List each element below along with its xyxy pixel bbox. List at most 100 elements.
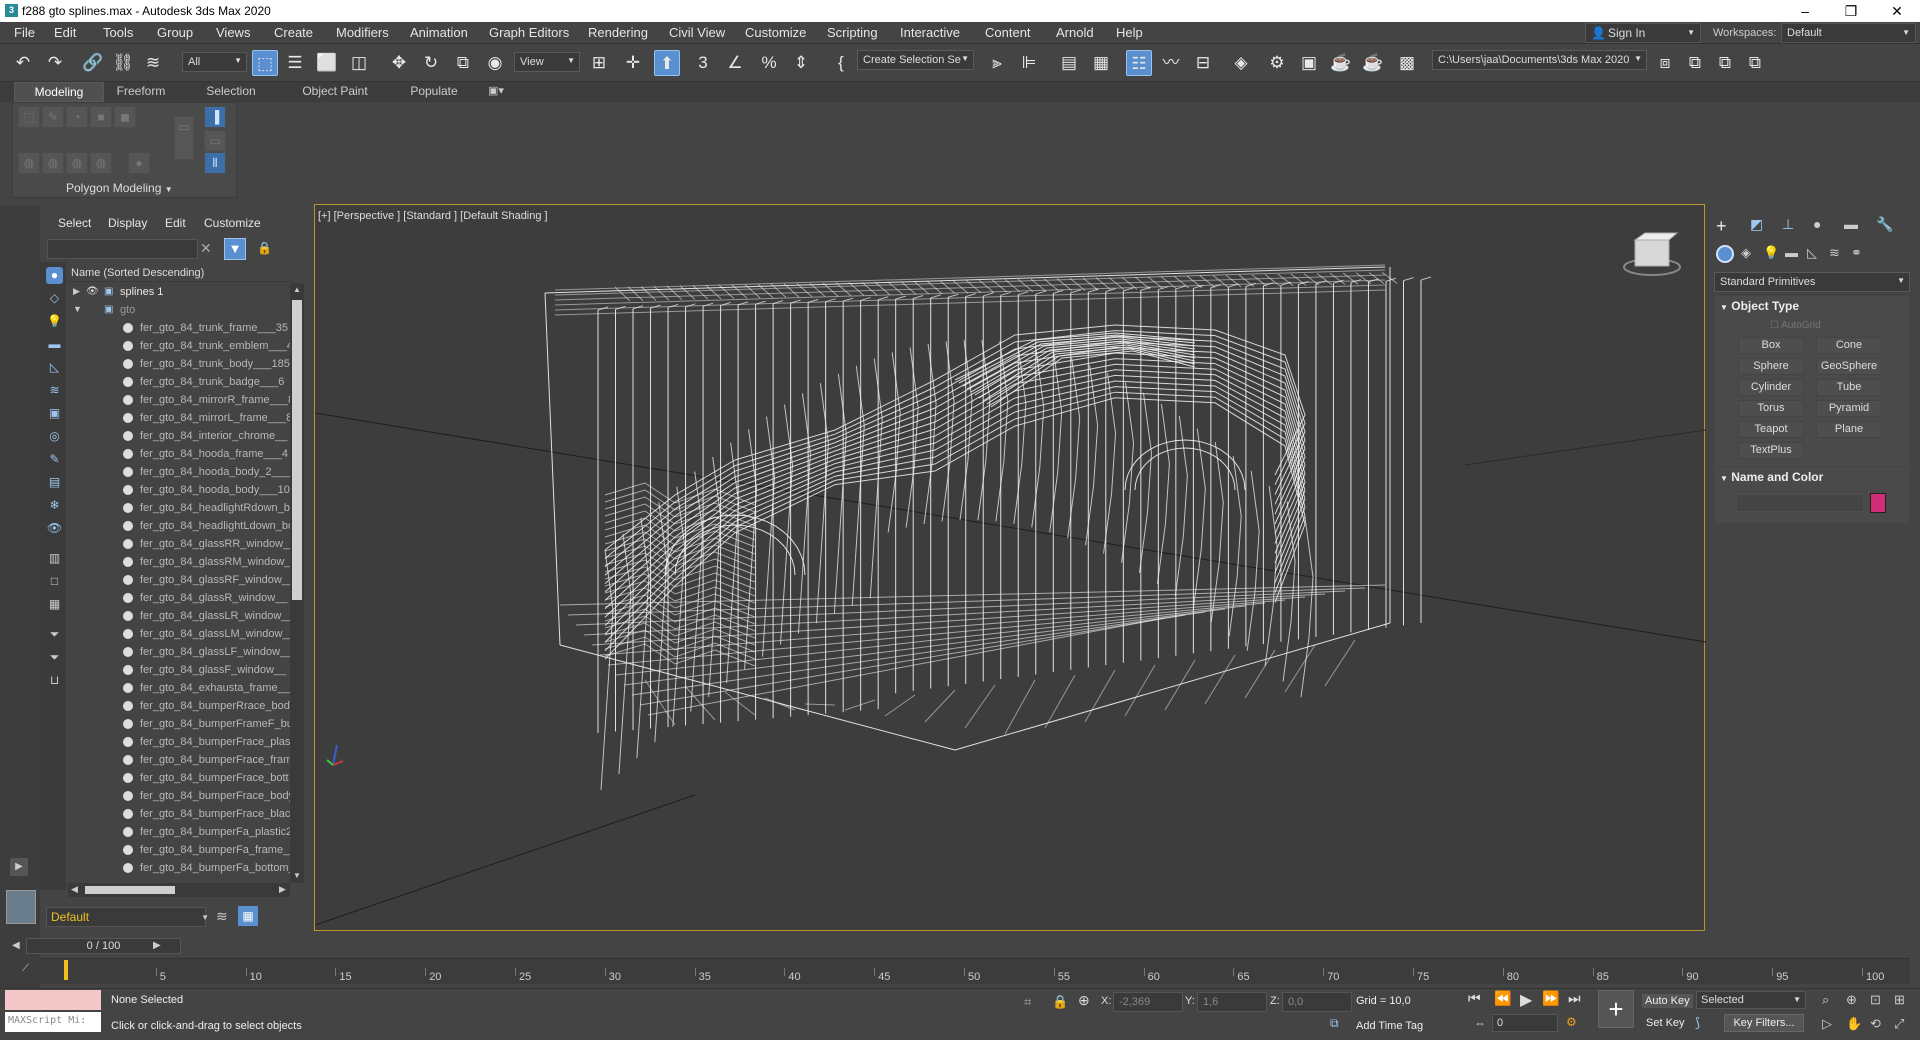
menu-tools[interactable]: Tools (103, 25, 133, 40)
menu-modifiers[interactable]: Modifiers (336, 25, 389, 40)
play-icon[interactable]: ▶ (10, 858, 28, 876)
menu-graph-editors[interactable]: Graph Editors (489, 25, 569, 40)
polygon-modeling-dropdown[interactable]: Polygon Modeling ▼ (66, 181, 173, 195)
scroll-right-icon[interactable]: ▶ (279, 884, 286, 895)
menu-scripting[interactable]: Scripting (827, 25, 878, 40)
visibility-dot-icon[interactable] (123, 809, 133, 819)
set-key-big-icon[interactable]: + (1598, 990, 1634, 1028)
layers-icon[interactable]: ≋ (216, 908, 228, 925)
tree-group-row[interactable]: ▼ ▣ gto (68, 301, 290, 319)
subobject-icon[interactable]: ● (128, 152, 150, 174)
subobject-icon[interactable]: ◍ (18, 152, 40, 174)
zoom-icon[interactable]: ⌕ (1822, 992, 1829, 1008)
keyboard-shortcut-override-icon[interactable]: ⬆ (654, 50, 680, 76)
scene-item-row[interactable]: fer_gto_84_mirrorR_frame___8 (68, 391, 290, 409)
ribbon-toggle-icon[interactable]: ▭ (204, 130, 226, 152)
scene-item-row[interactable]: fer_gto_84_exhausta_frame__ (68, 679, 290, 697)
edit-poly-icon[interactable]: ◔ (66, 106, 88, 128)
spacewarps-icon[interactable]: ≋ (1829, 245, 1840, 261)
lock-icon[interactable]: 🔒 (257, 241, 272, 255)
ribbon-options-icon[interactable]: ▣▾ (488, 84, 504, 97)
ribbon-toggle-icon[interactable]: ▐ (204, 106, 226, 128)
scene-item-row[interactable]: fer_gto_84_headlightLdown_bo (68, 517, 290, 535)
unlink-icon[interactable]: ⛓ (110, 50, 136, 76)
scene-item-row[interactable]: fer_gto_84_hooda_frame___4 (68, 445, 290, 463)
viewcube-icon[interactable] (1623, 232, 1681, 276)
box-button[interactable]: Box (1738, 337, 1804, 354)
scene-item-row[interactable]: fer_gto_84_bumperFa_bottom_ (68, 859, 290, 877)
scene-item-row[interactable]: fer_gto_84_glassRM_window__ (68, 553, 290, 571)
layer-explorer-icon[interactable]: ▦ (238, 906, 258, 926)
scene-item-row[interactable]: fer_gto_84_bumperFrace_black (68, 805, 290, 823)
textplus-button[interactable]: TextPlus (1738, 442, 1804, 459)
visibility-dot-icon[interactable] (123, 755, 133, 765)
display-spacewarps-icon[interactable]: ≋ (46, 382, 63, 399)
field-of-view-icon[interactable]: ▷ (1822, 1016, 1832, 1032)
shapes-icon[interactable]: ◈ (1741, 245, 1751, 261)
key-mode-icon[interactable]: ⇔ (1474, 1016, 1486, 1030)
teapot-button[interactable]: Teapot (1738, 421, 1804, 438)
geometry-icon[interactable] (1716, 245, 1734, 263)
primitive-category-dropdown[interactable]: Standard Primitives ▼ (1714, 272, 1910, 292)
orbit-icon[interactable]: ⟲ (1870, 1016, 1881, 1032)
sign-in-button[interactable]: 👤 Sign In ▼ (1585, 23, 1701, 43)
edit-poly-icon[interactable]: ⬚ (18, 106, 40, 128)
visibility-dot-icon[interactable] (123, 539, 133, 549)
display-all-icon[interactable]: ▥ (46, 550, 63, 567)
visibility-dot-icon[interactable] (123, 791, 133, 801)
scene-item-row[interactable]: fer_gto_84_bumperFa_plastic2 (68, 823, 290, 841)
window-crossing-icon[interactable]: ◫ (346, 50, 372, 76)
display-lights-icon[interactable]: 💡 (46, 313, 63, 330)
menu-content[interactable]: Content (985, 25, 1031, 40)
cylinder-button[interactable]: Cylinder (1738, 379, 1804, 396)
go-to-start-icon[interactable]: ⏮ (1468, 990, 1481, 1007)
slider-left-icon[interactable]: ◀ (12, 940, 20, 951)
percent-snap-icon[interactable]: % (756, 50, 782, 76)
scene-item-row[interactable]: fer_gto_84_trunk_frame___35 (68, 319, 290, 337)
visibility-dot-icon[interactable] (123, 629, 133, 639)
key-set-dropdown[interactable]: Selected ▼ (1696, 991, 1806, 1009)
render-active-icon[interactable]: ☕ (1360, 50, 1386, 76)
angle-snap-icon[interactable]: ∠ (722, 50, 748, 76)
autogrid-checkbox[interactable]: ☐ AutoGrid (1770, 320, 1821, 331)
scene-tab-select[interactable]: Select (58, 216, 91, 230)
scene-item-row[interactable]: fer_gto_84_glassLM_window__ (68, 625, 290, 643)
eye-icon[interactable]: 👁 (86, 286, 99, 297)
menu-animation[interactable]: Animation (410, 25, 468, 40)
scale-icon[interactable]: ⧉ (450, 50, 476, 76)
display-geometry-icon[interactable]: ● (46, 267, 63, 284)
menu-create[interactable]: Create (274, 25, 313, 40)
z-coordinate-field[interactable]: 0,0 (1282, 992, 1352, 1012)
render-setup-icon[interactable]: ⚙ (1264, 50, 1290, 76)
visibility-dot-icon[interactable] (123, 521, 133, 531)
x-coordinate-field[interactable]: -2,369 (1113, 992, 1183, 1012)
visibility-dot-icon[interactable] (123, 467, 133, 477)
visibility-dot-icon[interactable] (123, 593, 133, 603)
scene-item-row[interactable]: fer_gto_84_hooda_body_2___ (68, 463, 290, 481)
scene-item-row[interactable]: fer_gto_84_bumperRrace_body (68, 697, 290, 715)
scene-item-row[interactable]: fer_gto_84_glassRF_window__ (68, 571, 290, 589)
curve-editor-toggle-icon[interactable]: ⟋ (22, 963, 29, 974)
torus-button[interactable]: Torus (1738, 400, 1804, 417)
cloud-icon[interactable]: ⧉ (1742, 50, 1768, 76)
ribbon-side-icon[interactable]: ▭ (174, 116, 194, 160)
object-name-input[interactable] (1736, 494, 1864, 512)
layer-explorer-icon[interactable]: ▤ (1056, 50, 1082, 76)
snaps-toggle-icon[interactable]: 3 (690, 50, 716, 76)
geosphere-button[interactable]: GeoSphere (1816, 358, 1882, 375)
visibility-dot-icon[interactable] (123, 701, 133, 711)
placement-icon[interactable]: ◉ (482, 50, 508, 76)
ribbon-toggle-icon[interactable]: ▦ (1088, 50, 1114, 76)
align-icon[interactable]: ⊫ (1016, 50, 1042, 76)
tube-button[interactable]: Tube (1816, 379, 1882, 396)
next-frame-icon[interactable]: ⏩ (1542, 990, 1559, 1007)
tab-object-paint[interactable]: Object Paint (290, 82, 380, 102)
bind-space-warp-icon[interactable]: ≋ (140, 50, 166, 76)
column-header[interactable]: Name (Sorted Descending) (68, 265, 293, 282)
key-tangent-icon[interactable]: ⟆ (1695, 1015, 1700, 1031)
move-icon[interactable]: ✥ (386, 50, 412, 76)
menu-file[interactable]: File (14, 25, 35, 40)
import-icon[interactable]: ⧉ (1682, 50, 1708, 76)
scene-item-row[interactable]: fer_gto_84_bumperFrace_plast (68, 733, 290, 751)
undo-icon[interactable]: ↶ (10, 50, 36, 76)
